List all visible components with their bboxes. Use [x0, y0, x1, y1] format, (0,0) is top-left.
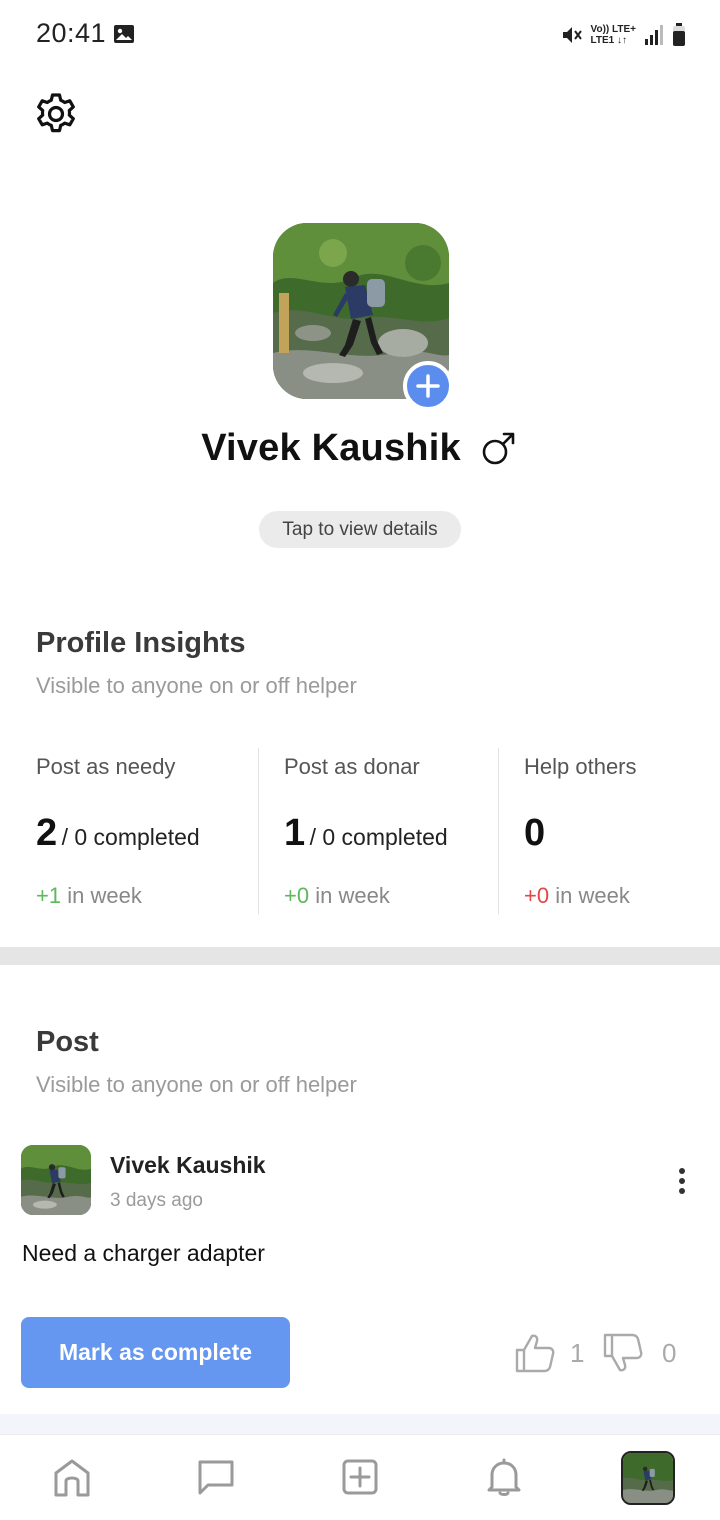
stat-value: 0: [524, 812, 545, 855]
thumbs-up-icon[interactable]: [514, 1332, 556, 1374]
stat-count: 0: [524, 812, 546, 854]
stat-week: +0 in week: [284, 883, 390, 909]
insights-stats: Post as needy 2 / 0 completed +1 in week…: [0, 748, 720, 914]
post-menu-button[interactable]: [668, 1163, 696, 1199]
stat-label: Post as donar: [284, 754, 420, 779]
stat-delta-suffix: in week: [555, 883, 630, 908]
nav-add-post[interactable]: [338, 1455, 382, 1499]
profile-avatar-container[interactable]: [273, 223, 453, 411]
male-symbol-icon: [482, 432, 515, 465]
chat-icon: [198, 1460, 234, 1495]
post-timestamp: 3 days ago: [110, 1190, 203, 1211]
section-divider: [0, 947, 720, 965]
profile-name: Vivek Kaushik: [201, 426, 461, 469]
avatar-photo: [623, 1453, 673, 1503]
thumbs-down-icon[interactable]: [602, 1332, 644, 1374]
stat-week: +0 in week: [524, 883, 630, 909]
bell-icon: [487, 1458, 521, 1496]
mark-complete-button[interactable]: Mark as complete: [21, 1317, 290, 1388]
post-section-title: Post: [36, 1026, 99, 1058]
settings-button[interactable]: [32, 90, 80, 138]
like-control[interactable]: 1: [514, 1330, 584, 1376]
stat-label: Help others: [524, 754, 637, 779]
stat-delta: +0: [524, 883, 550, 908]
network-bottom: LTE1 ↓↑: [590, 35, 628, 46]
signal-icon: [645, 25, 663, 45]
gear-icon: [37, 93, 75, 133]
stat-count: 2: [36, 812, 58, 854]
nav-notifications[interactable]: [482, 1455, 526, 1499]
home-icon: [54, 1459, 90, 1497]
stat-delta-suffix: in week: [67, 883, 142, 908]
stat-completed: / 0 completed: [61, 824, 200, 850]
nav-home[interactable]: [50, 1455, 94, 1499]
post-author-name[interactable]: Vivek Kaushik: [110, 1152, 266, 1179]
stat-count: 1: [284, 812, 306, 854]
mute-icon: [562, 27, 582, 43]
stat-delta-suffix: in week: [315, 883, 390, 908]
post-text: Need a charger adapter: [22, 1240, 265, 1266]
battery-icon: [673, 23, 685, 46]
stat-label: Post as needy: [36, 754, 176, 779]
network-indicator: Vo)) LTE+ LTE1 ↓↑: [591, 24, 636, 46]
stat-help-others: Help others 0 +0 in week: [498, 748, 720, 914]
nav-profile-avatar[interactable]: [621, 1451, 675, 1505]
network-top: Vo)) LTE+: [590, 24, 636, 35]
like-count: 1: [570, 1337, 585, 1368]
status-bar: 20:41 Vo)) LTE+ LTE1 ↓↑: [0, 0, 720, 70]
gallery-icon: [114, 25, 134, 43]
insights-title: Profile Insights: [36, 627, 246, 659]
profile-name-row: Vivek Kaushik: [0, 420, 720, 476]
add-photo-button[interactable]: [403, 361, 453, 411]
status-indicators: Vo)) LTE+ LTE1 ↓↑: [561, 20, 686, 50]
stat-donar: Post as donar 1 / 0 completed +0 in week: [258, 748, 498, 914]
feed-bottom-strip: [0, 1414, 720, 1434]
stat-completed: / 0 completed: [309, 824, 448, 850]
stat-value: 1 / 0 completed: [284, 812, 448, 855]
avatar-photo: [21, 1145, 91, 1215]
more-vertical-icon: [679, 1168, 685, 1194]
stat-week: +1 in week: [36, 883, 142, 909]
stat-needy: Post as needy 2 / 0 completed +1 in week: [0, 748, 258, 914]
status-time: 20:41: [36, 18, 107, 48]
dislike-count: 0: [662, 1337, 677, 1368]
dislike-control[interactable]: 0: [602, 1330, 676, 1376]
stat-delta: +0: [284, 883, 310, 908]
post-author-avatar[interactable]: [21, 1145, 91, 1215]
view-details-button[interactable]: Tap to view details: [259, 511, 461, 548]
stat-value: 2 / 0 completed: [36, 812, 200, 855]
add-post-icon: [342, 1459, 378, 1495]
post-section-subtitle: Visible to anyone on or off helper: [36, 1072, 357, 1097]
plus-icon: [416, 374, 440, 398]
stat-delta: +1: [36, 883, 62, 908]
bottom-navigation: [0, 1434, 720, 1520]
insights-subtitle: Visible to anyone on or off helper: [36, 673, 357, 698]
nav-chat[interactable]: [194, 1455, 238, 1499]
